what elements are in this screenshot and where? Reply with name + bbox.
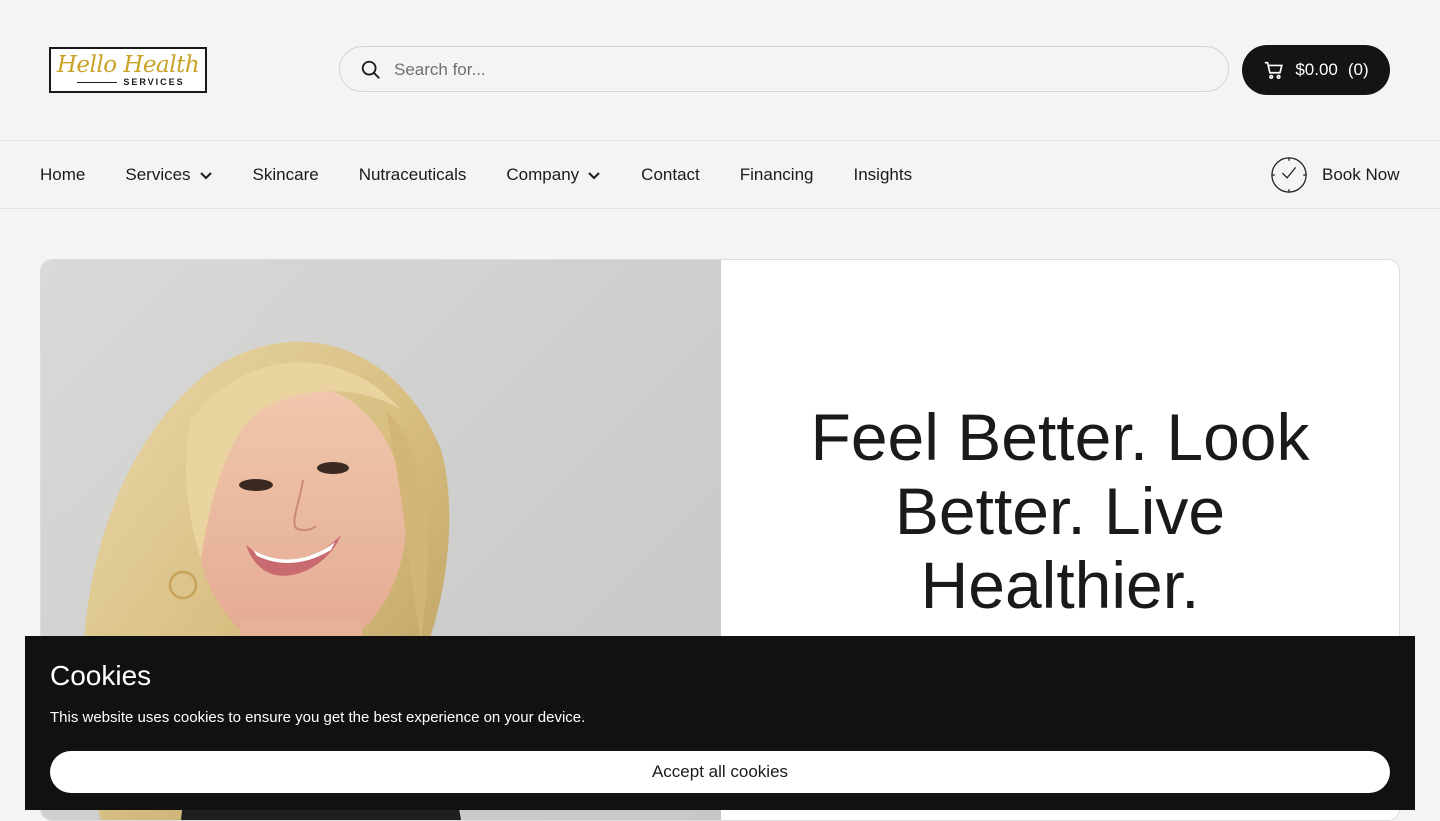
cookie-banner-title: Cookies (50, 660, 152, 691)
cart-button[interactable]: $0.00 (0) (1242, 45, 1390, 95)
nav-item-label: Company (506, 164, 580, 184)
nav-items: Home Services Skincare Nutraceuticals Co… (40, 141, 912, 208)
cart-total: $0.00 (1295, 60, 1338, 79)
chevron-down-icon (588, 171, 600, 179)
nav-item-label: Insights (853, 164, 913, 184)
search-icon[interactable] (360, 59, 382, 81)
site-logo[interactable]: Hello Health SERVICES (49, 47, 207, 93)
search-input[interactable] (392, 47, 1196, 93)
cookie-banner-text: This website uses cookies to ensure you … (50, 709, 586, 726)
nav-item-label: Nutraceuticals (358, 164, 467, 184)
hero-headline: Feel Better. Look Better. Live Healthier… (810, 400, 1310, 622)
nav-item-nutraceuticals[interactable]: Nutraceuticals (359, 165, 467, 185)
nav-item-label: Home (40, 164, 86, 184)
nav-item-home[interactable]: Home (40, 165, 85, 185)
nav-item-company[interactable]: Company (506, 165, 601, 185)
chevron-down-icon (199, 171, 212, 179)
nav-item-label: Skincare (252, 164, 319, 184)
logo-script-text: Hello Health (56, 52, 200, 78)
nav-item-insights[interactable]: Insights (853, 165, 912, 185)
book-now-label: Book Now (1322, 165, 1400, 184)
logo-subtitle: SERVICES (51, 77, 205, 97)
nav-item-label: Services (125, 164, 191, 184)
nav-item-contact[interactable]: Contact (641, 165, 700, 185)
nav-item-services[interactable]: Services (125, 165, 212, 185)
cart-icon (1265, 61, 1284, 79)
nav-item-label: Financing (739, 164, 814, 184)
accept-cookies-button[interactable]: Accept all cookies (50, 751, 1390, 793)
site-header: Hello Health SERVICES $0.00 (0) (0, 0, 1440, 141)
cart-count: (0) (1347, 60, 1369, 79)
cookie-banner: Cookies This website uses cookies to ens… (25, 636, 1415, 810)
book-now-link[interactable]: Book Now (1270, 155, 1399, 195)
clock-check-icon (1271, 157, 1307, 193)
nav-item-skincare[interactable]: Skincare (253, 165, 319, 185)
main-nav: Home Services Skincare Nutraceuticals Co… (0, 141, 1440, 209)
nav-item-label: Contact (641, 164, 700, 184)
nav-item-financing[interactable]: Financing (740, 165, 814, 185)
search-bar[interactable] (339, 46, 1229, 93)
